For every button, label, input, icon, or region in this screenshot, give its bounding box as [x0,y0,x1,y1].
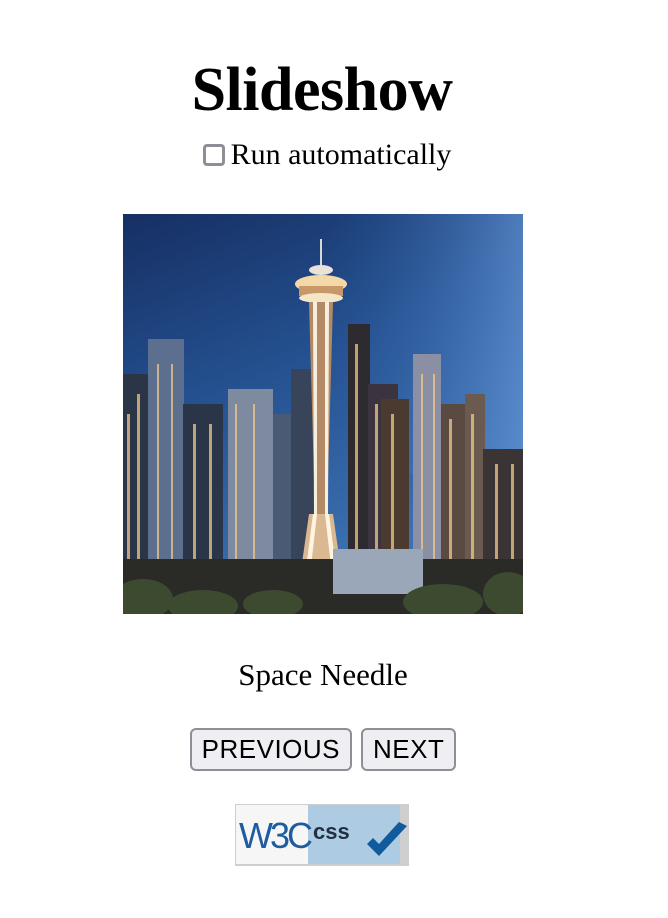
run-automatically-checkbox[interactable] [202,144,225,166]
w3c-css-badge[interactable]: W3C css [235,804,409,866]
page-title: Slideshow [191,55,453,124]
slide-caption: Space Needle [238,657,408,692]
css-logo-text: css [313,819,350,844]
slide-navigation: PREVIOUS NEXT [0,728,646,771]
run-automatically-control[interactable]: Run automatically [0,136,654,174]
slide-image [123,214,523,614]
previous-button[interactable]: PREVIOUS [189,728,353,771]
run-automatically-label: Run automatically [230,138,452,171]
next-button[interactable]: NEXT [361,728,457,771]
w3c-logo-text: W3C [239,815,312,856]
